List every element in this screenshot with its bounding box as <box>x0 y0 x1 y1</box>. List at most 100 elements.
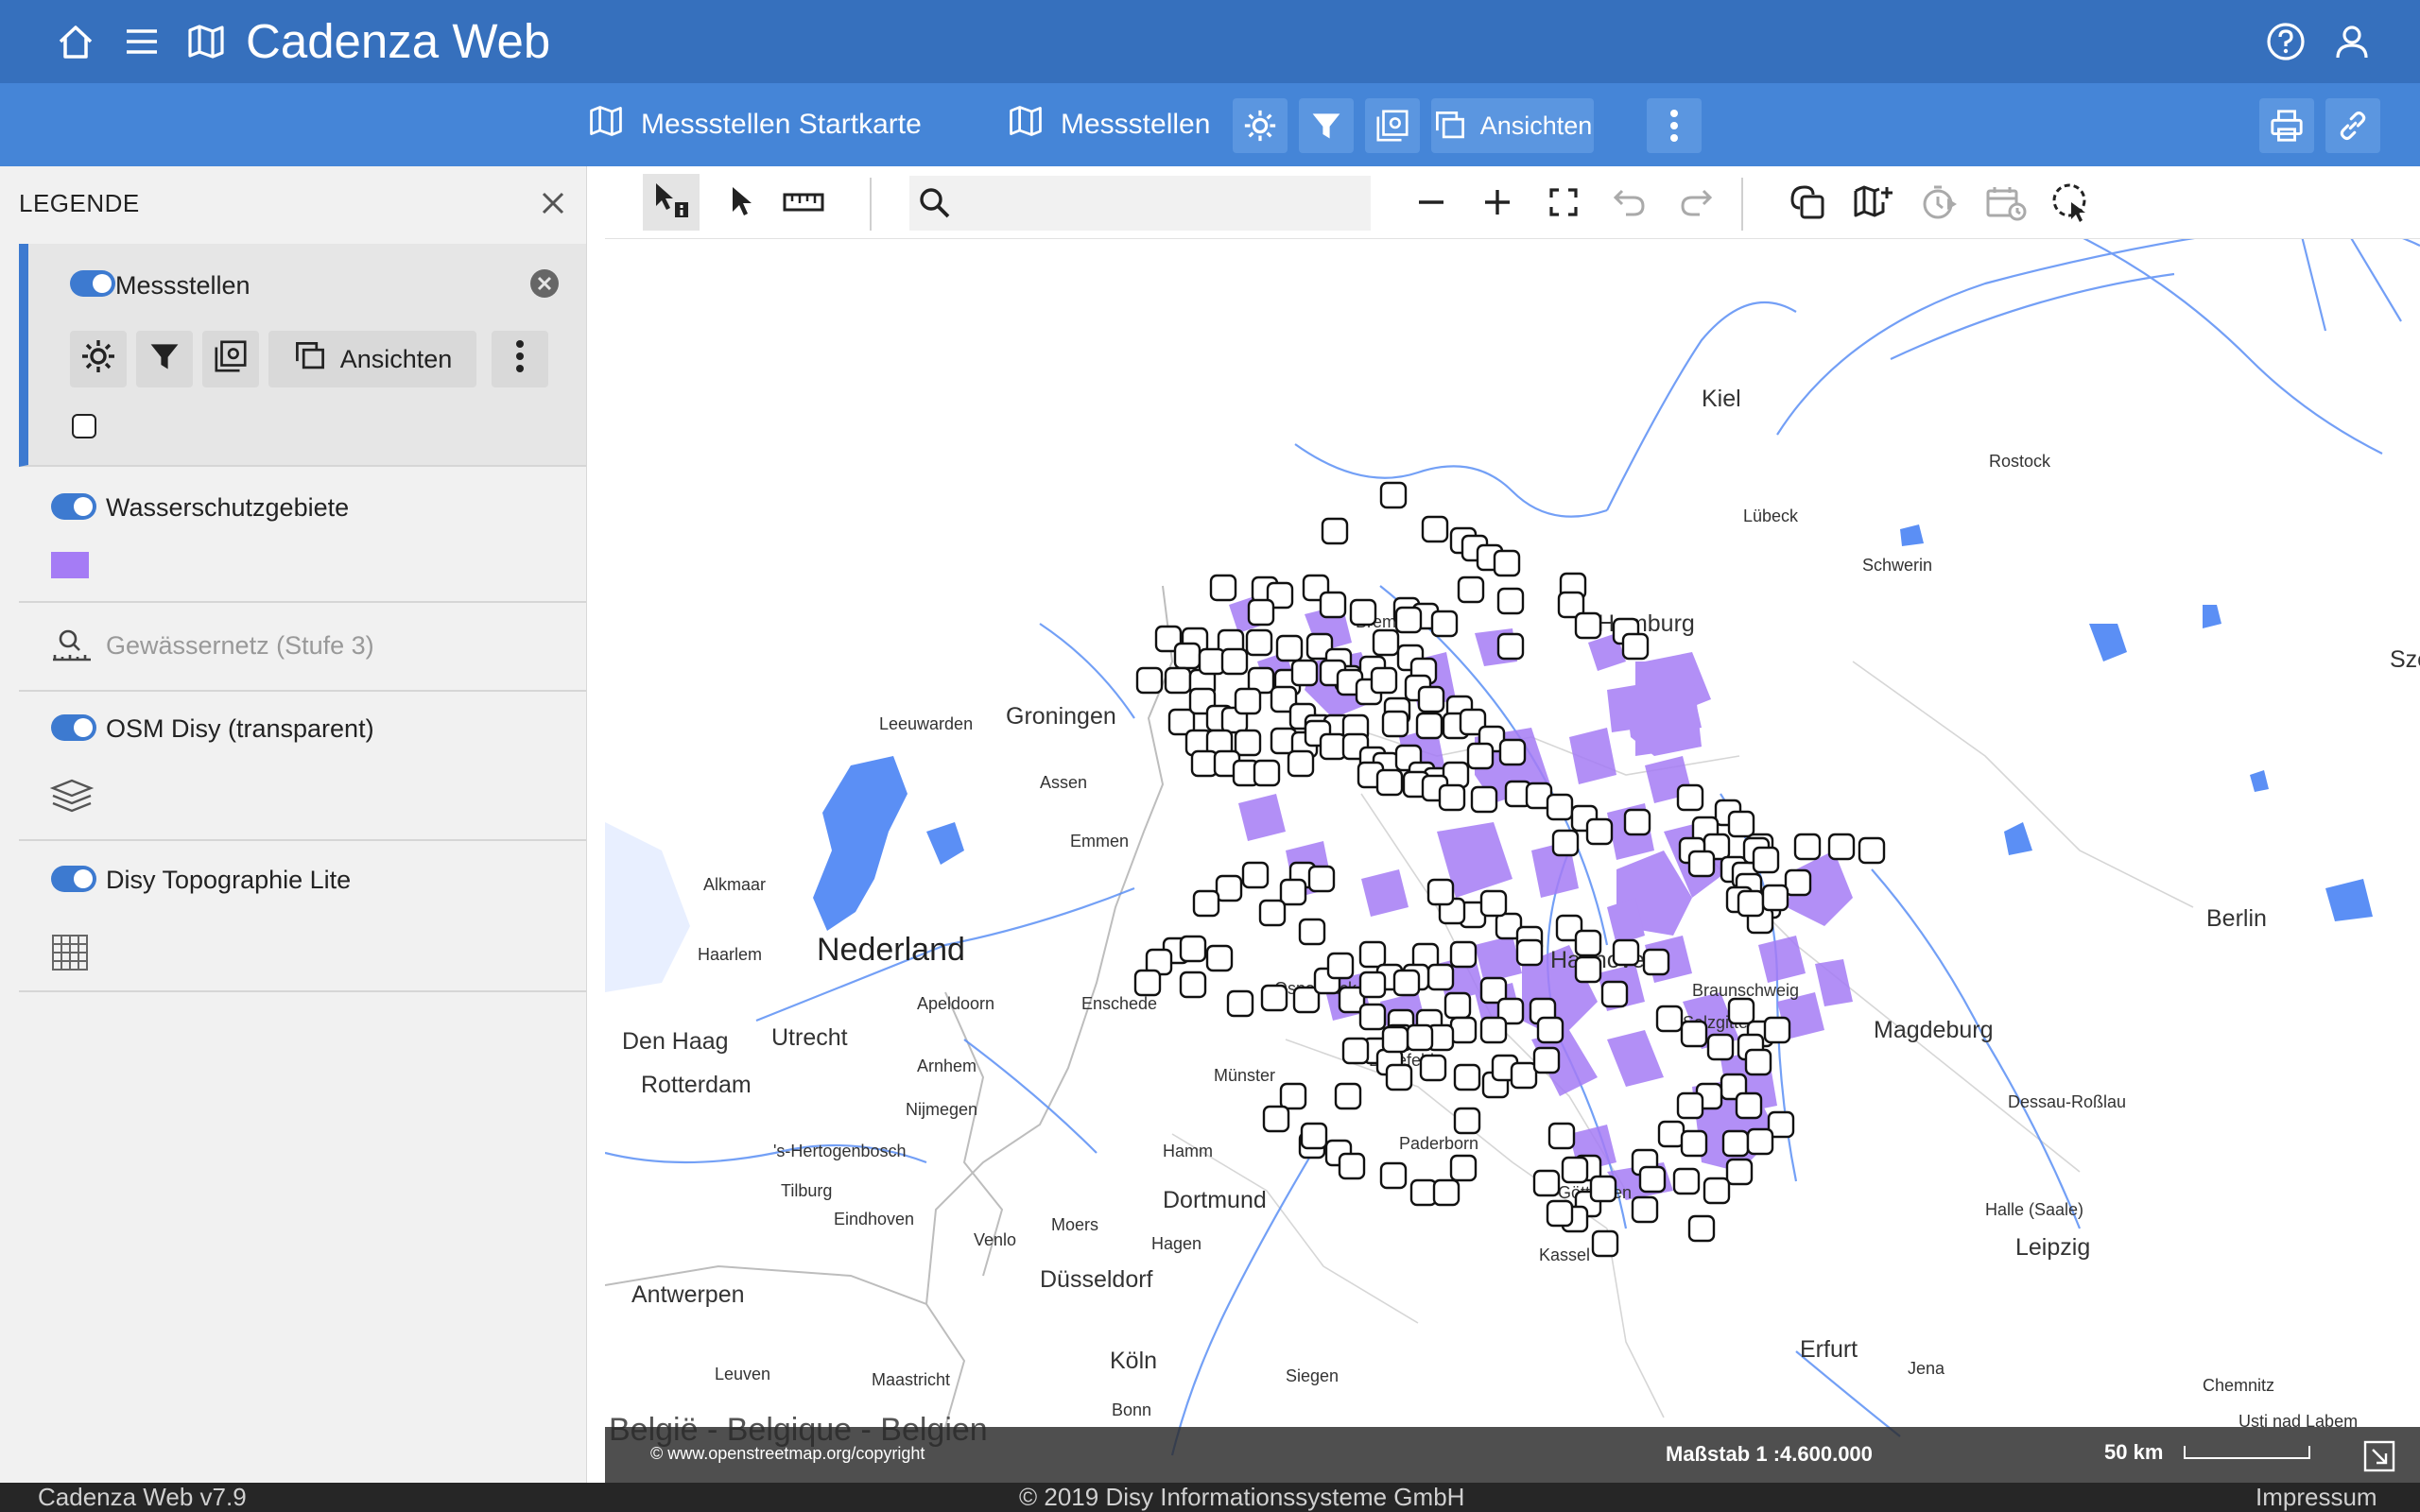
messstelle-marker[interactable] <box>1287 749 1315 778</box>
messstelle-marker[interactable] <box>1642 948 1670 976</box>
select-area-button[interactable] <box>2049 181 2095 227</box>
messstelle-marker[interactable] <box>1574 929 1602 957</box>
messstelle-marker[interactable] <box>1498 738 1527 766</box>
select-tool-button[interactable] <box>720 181 766 227</box>
messstelle-marker[interactable] <box>1419 1054 1447 1082</box>
messstelle-marker[interactable] <box>1858 836 1886 865</box>
messstelle-marker[interactable] <box>1438 783 1466 812</box>
messstelle-marker[interactable] <box>1449 1154 1478 1182</box>
messstelle-marker[interactable] <box>1307 865 1336 893</box>
messstelle-marker[interactable] <box>1381 710 1409 738</box>
messstelle-marker[interactable] <box>1591 1229 1619 1258</box>
messstelle-marker[interactable] <box>1394 606 1423 634</box>
layer-settings-button[interactable] <box>1365 98 1420 153</box>
remove-icon[interactable] <box>529 268 560 303</box>
layer-visibility-toggle[interactable] <box>51 493 96 520</box>
messstelle-marker[interactable] <box>1532 1169 1561 1197</box>
messstelle-marker[interactable] <box>1247 598 1275 627</box>
messstelle-marker[interactable] <box>1493 549 1521 577</box>
overview-toggle-icon[interactable] <box>2363 1440 2395 1477</box>
messstelle-marker[interactable] <box>1241 861 1270 889</box>
messstelle-marker[interactable] <box>1827 833 1856 861</box>
messstelle-marker[interactable] <box>1672 1167 1701 1195</box>
legend-layer-disy-topographie[interactable]: Disy Topographie Lite <box>19 841 586 992</box>
messstelle-marker[interactable] <box>1179 935 1207 963</box>
messstelle-marker[interactable] <box>1687 1214 1716 1243</box>
messstelle-marker[interactable] <box>1190 749 1219 778</box>
messstelle-marker[interactable] <box>1585 817 1614 846</box>
close-icon[interactable] <box>539 189 567 217</box>
messstelle-marker[interactable] <box>1406 1023 1434 1052</box>
settings-button[interactable] <box>1233 98 1288 153</box>
messstelle-marker[interactable] <box>1546 1199 1574 1228</box>
messstelle-marker[interactable] <box>1547 1122 1576 1150</box>
messstelle-marker[interactable] <box>1379 481 1408 509</box>
messstelle-marker[interactable] <box>1192 889 1220 918</box>
messstelle-marker[interactable] <box>1326 952 1355 980</box>
redo-button[interactable] <box>1673 181 1719 227</box>
messstelle-marker[interactable] <box>1470 785 1498 814</box>
messstelle-marker[interactable] <box>1279 1082 1307 1110</box>
messstelle-marker[interactable] <box>1341 1037 1370 1065</box>
messstelle-marker[interactable] <box>1379 1161 1408 1190</box>
messstelle-marker[interactable] <box>1321 517 1349 545</box>
messstelle-marker[interactable] <box>1657 1120 1685 1148</box>
messstelle-marker[interactable] <box>1574 955 1602 984</box>
messstelle-marker[interactable] <box>1510 1061 1538 1090</box>
layer-style-button[interactable] <box>202 331 259 387</box>
messstelle-marker[interactable] <box>1258 899 1287 927</box>
filter-button[interactable] <box>1299 98 1354 153</box>
legend-layer-messstellen[interactable]: Messstellen Ansichten <box>19 244 586 467</box>
link-button[interactable] <box>2325 98 2380 153</box>
messstelle-marker[interactable] <box>1746 1127 1774 1156</box>
messstelle-marker[interactable] <box>1631 1195 1659 1224</box>
map-start-link[interactable]: Messstellen Startkarte <box>586 83 922 166</box>
messstelle-marker[interactable] <box>1290 659 1319 687</box>
messstelle-marker[interactable] <box>1496 587 1525 615</box>
messstelle-marker[interactable] <box>1417 685 1445 713</box>
messstelle-marker[interactable] <box>1173 642 1201 670</box>
messstellen-markers[interactable] <box>605 166 2420 1483</box>
messstelle-marker[interactable] <box>1784 868 1812 897</box>
messstelle-marker[interactable] <box>1612 938 1640 967</box>
info-tool-button[interactable] <box>643 174 700 231</box>
messstelle-marker[interactable] <box>1385 1063 1413 1091</box>
messstelle-marker[interactable] <box>1680 1129 1708 1158</box>
messstelle-marker[interactable] <box>1375 768 1404 797</box>
messstelle-marker[interactable] <box>1453 1107 1481 1135</box>
layer-visibility-toggle[interactable] <box>51 866 96 892</box>
messstelle-marker[interactable] <box>1443 991 1472 1020</box>
full-extent-button[interactable] <box>1541 181 1586 227</box>
messstelle-marker[interactable] <box>1234 729 1262 757</box>
legend-layer-osm-disy[interactable]: OSM Disy (transparent) <box>19 692 586 841</box>
messstelle-marker[interactable] <box>1623 808 1651 836</box>
messstelle-marker[interactable] <box>1744 1048 1772 1076</box>
more-button[interactable] <box>1647 98 1702 153</box>
messstelle-marker[interactable] <box>1275 634 1304 662</box>
messstelle-marker[interactable] <box>1479 1016 1508 1044</box>
messstelle-marker[interactable] <box>1721 1129 1750 1158</box>
map-copyright[interactable]: © www.openstreetmap.org/copyright <box>650 1444 925 1464</box>
messstelle-marker[interactable] <box>1426 963 1455 991</box>
layer-filter-button[interactable] <box>136 331 193 387</box>
menu-icon[interactable] <box>121 21 163 62</box>
messstelle-marker[interactable] <box>1415 712 1443 740</box>
messstelle-marker[interactable] <box>1358 971 1387 999</box>
messstelle-marker[interactable] <box>1381 1025 1409 1054</box>
messstelle-marker[interactable] <box>1298 918 1326 946</box>
messstelle-marker[interactable] <box>1135 666 1164 695</box>
messstelle-marker[interactable] <box>1300 1122 1328 1150</box>
messstelle-marker[interactable] <box>1551 829 1580 857</box>
messstelle-marker[interactable] <box>1198 647 1226 676</box>
messstelle-marker[interactable] <box>1466 742 1495 770</box>
print-button[interactable] <box>2259 98 2314 153</box>
messstelle-marker[interactable] <box>1600 980 1629 1008</box>
messstelle-marker[interactable] <box>1319 591 1347 619</box>
messstelle-marker[interactable] <box>1372 628 1400 657</box>
messstelle-marker[interactable] <box>1706 1033 1735 1061</box>
messstelle-marker[interactable] <box>1226 989 1254 1018</box>
layer-visibility-toggle[interactable] <box>70 270 115 297</box>
layer-more-button[interactable] <box>492 331 548 387</box>
messstelle-marker[interactable] <box>1574 611 1602 640</box>
messstelle-marker[interactable] <box>1392 969 1421 997</box>
